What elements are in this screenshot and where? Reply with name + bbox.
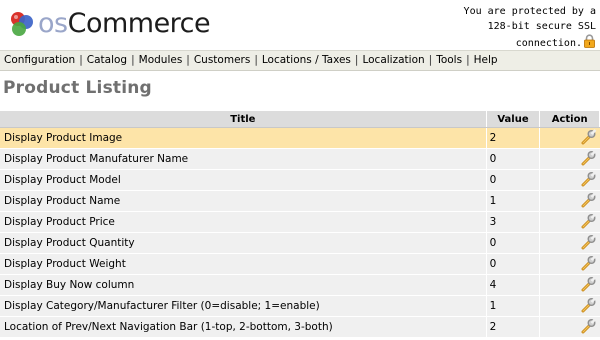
edit-wrench-icon[interactable] [580, 317, 597, 337]
row-title: Display Buy Now column [0, 274, 487, 296]
edit-wrench-icon[interactable] [580, 275, 597, 295]
ssl-notice-line2: 128-bit secure SSL [487, 21, 596, 32]
row-title: Display Category/Manufacturer Filter (0=… [0, 295, 487, 317]
table-row[interactable]: Location of Prev/Next Navigation Bar (1-… [0, 316, 600, 338]
main-menu: Configuration | Catalog | Modules | Customers |… [0, 50, 600, 71]
menu-item-modules[interactable]: Modules [135, 54, 187, 66]
menu-item-help[interactable]: Help [470, 54, 502, 66]
edit-wrench-icon[interactable] [580, 233, 597, 253]
table-row[interactable]: Display Product Quantity 0 [0, 232, 600, 254]
menu-item-localization[interactable]: Localization [358, 54, 428, 66]
menu-item-configuration[interactable]: Configuration [0, 54, 79, 66]
configuration-table: Title Value Action Display Product Image… [0, 111, 600, 338]
menu-item-customers[interactable]: Customers [190, 54, 254, 66]
logo-text: osCommerce [38, 8, 211, 39]
menu-item-catalog[interactable]: Catalog [83, 54, 131, 66]
row-action [539, 148, 600, 170]
row-value: 2 [485, 127, 540, 149]
row-action [539, 253, 600, 275]
row-title: Display Product Model [0, 169, 487, 191]
page-title: Product Listing [3, 78, 152, 98]
edit-wrench-icon[interactable] [580, 296, 597, 316]
row-title: Display Product Weight [0, 253, 487, 275]
row-value: 2 [485, 316, 540, 338]
row-title: Location of Prev/Next Navigation Bar (1-… [0, 316, 487, 338]
table-row[interactable]: Display Product Model 0 [0, 169, 600, 191]
table-row[interactable]: Display Product Name 1 [0, 190, 600, 212]
edit-wrench-icon[interactable] [580, 149, 597, 169]
row-title: Display Product Quantity [0, 232, 487, 254]
row-action [539, 274, 600, 296]
oscommerce-logo[interactable]: osCommerce [4, 6, 211, 42]
table-row[interactable]: Display Product Image 2 [0, 127, 600, 149]
row-action [539, 316, 600, 338]
header: osCommerce You are protected by a 128-bi… [0, 0, 600, 51]
table-row[interactable]: Display Product Price 3 [0, 211, 600, 233]
row-action [539, 232, 600, 254]
edit-wrench-icon[interactable] [580, 191, 597, 211]
row-action [539, 295, 600, 317]
row-action [539, 211, 600, 233]
row-value: 0 [485, 232, 540, 254]
menu-item-locations-taxes[interactable]: Locations / Taxes [258, 54, 355, 66]
menu-item-tools[interactable]: Tools [432, 54, 466, 66]
ssl-notice-line1: You are protected by a [463, 6, 596, 17]
lock-icon [584, 34, 595, 48]
row-value: 0 [485, 169, 540, 191]
row-value: 1 [485, 190, 540, 212]
page-root: osCommerce You are protected by a 128-bi… [0, 0, 600, 340]
column-header-title: Title [0, 111, 487, 128]
row-title: Display Product Name [0, 190, 487, 212]
row-action [539, 190, 600, 212]
table-body: Display Product Image 2 Display Product Ma… [0, 127, 600, 338]
edit-wrench-icon[interactable] [580, 212, 597, 232]
ssl-notice-line3: connection. [446, 34, 596, 51]
edit-wrench-icon[interactable] [580, 128, 597, 148]
table-row[interactable]: Display Product Manufaturer Name 0 [0, 148, 600, 170]
row-value: 4 [485, 274, 540, 296]
row-action [539, 169, 600, 191]
column-header-value: Value [486, 111, 541, 128]
column-header-action: Action [539, 111, 600, 128]
logo-spheres-icon [11, 12, 33, 36]
row-value: 0 [485, 148, 540, 170]
table-row[interactable]: Display Buy Now column 4 [0, 274, 600, 296]
table-header-row: Title Value Action [0, 111, 600, 128]
table-row[interactable]: Display Product Weight 0 [0, 253, 600, 275]
row-value: 1 [485, 295, 540, 317]
edit-wrench-icon[interactable] [580, 170, 597, 190]
table-row[interactable]: Display Category/Manufacturer Filter (0=… [0, 295, 600, 317]
row-value: 0 [485, 253, 540, 275]
ssl-notice: You are protected by a 128-bit secure SS… [446, 4, 596, 51]
row-title: Display Product Image [0, 127, 487, 149]
row-action [539, 127, 600, 149]
row-value: 3 [485, 211, 540, 233]
edit-wrench-icon[interactable] [580, 254, 597, 274]
row-title: Display Product Price [0, 211, 487, 233]
row-title: Display Product Manufaturer Name [0, 148, 487, 170]
